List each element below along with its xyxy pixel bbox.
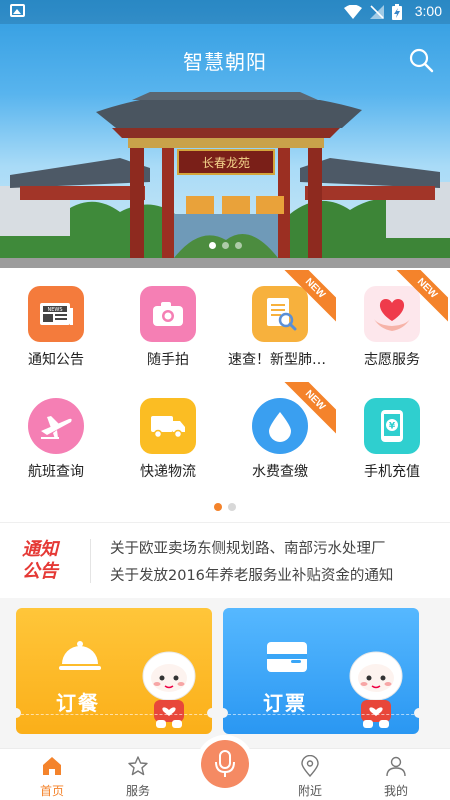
card-notch-left xyxy=(16,708,21,718)
star-icon xyxy=(128,756,148,776)
voice-button[interactable] xyxy=(201,740,249,788)
search-icon xyxy=(409,48,434,73)
user-icon xyxy=(386,756,406,777)
grid-page-indicator xyxy=(0,503,450,511)
food-cloche-icon xyxy=(59,641,101,670)
order-food-card[interactable]: 订餐 xyxy=(16,608,212,734)
notice-item[interactable]: 关于欧亚卖场东侧规划路、南部污水处理厂 xyxy=(110,537,430,558)
svg-text:¥: ¥ xyxy=(389,422,396,432)
hero-banner[interactable]: 长春龙苑 3:00 智慧朝阳 xyxy=(0,0,450,268)
carousel-indicator xyxy=(0,242,450,249)
service-label: 随手拍 xyxy=(147,352,189,368)
mascot-illustration xyxy=(349,651,403,728)
status-time: 3:00 xyxy=(414,3,442,19)
notice-item[interactable]: 关于发放2016年养老服务业补贴资金的通知 xyxy=(110,564,430,585)
service-pneumonia-check[interactable]: NEW 速查！新型肺炎确诊患者 xyxy=(224,270,336,374)
notice-section: 通知 公告 关于欧亚卖场东侧规划路、南部污水处理厂 关于发放2016年养老服务业… xyxy=(0,522,450,598)
nav-label: 服务 xyxy=(125,784,150,798)
svg-text:NEWS: NEWS xyxy=(47,307,62,313)
home-icon xyxy=(43,757,61,775)
nav-nearby[interactable]: 附近 xyxy=(280,755,340,799)
search-button[interactable] xyxy=(408,47,434,73)
newspaper-icon: NEWS xyxy=(28,286,84,342)
service-label: 志愿服务 xyxy=(364,352,420,368)
microphone-icon xyxy=(215,750,235,777)
airplane-icon xyxy=(28,398,84,454)
status-bar: 3:00 xyxy=(0,0,450,24)
wifi-icon xyxy=(344,5,362,19)
book-ticket-card[interactable]: 订票 xyxy=(223,608,419,734)
nav-home[interactable]: 首页 xyxy=(22,755,82,799)
service-express[interactable]: 快递物流 xyxy=(112,382,224,486)
carousel-dot[interactable] xyxy=(208,242,216,249)
card-notch-right xyxy=(207,708,212,718)
nav-profile[interactable]: 我的 xyxy=(366,755,426,799)
card-perforation xyxy=(16,714,212,715)
service-flight[interactable]: 航班查询 xyxy=(0,382,112,486)
carousel-dot[interactable] xyxy=(234,242,242,249)
grid-page-dot[interactable] xyxy=(228,503,236,511)
gate-photo: 长春龙苑 xyxy=(0,92,450,268)
service-label: 通知公告 xyxy=(28,352,84,368)
mascot-illustration xyxy=(142,651,196,728)
nav-label: 附近 xyxy=(297,784,322,798)
service-phone-recharge[interactable]: ¥ 手机充值 xyxy=(336,382,448,486)
card-label: 订票 xyxy=(263,691,307,715)
gallery-notification-icon xyxy=(10,4,25,17)
no-signal-icon xyxy=(370,5,384,19)
document-search-icon xyxy=(252,286,308,342)
grid-page-dot[interactable] xyxy=(214,503,222,511)
service-notice[interactable]: NEWS 通知公告 xyxy=(0,270,112,374)
service-snapshot[interactable]: 随手拍 xyxy=(112,270,224,374)
service-label: 手机充值 xyxy=(364,464,420,480)
service-label: 航班查询 xyxy=(28,464,84,480)
notice-divider xyxy=(90,539,91,583)
nav-label: 首页 xyxy=(39,784,64,798)
quick-cards: 订餐 订票 xyxy=(0,598,450,748)
nav-services[interactable]: 服务 xyxy=(108,755,168,799)
truck-icon xyxy=(140,398,196,454)
water-drop-icon xyxy=(252,398,308,454)
service-grid: NEWS 通知公告 随手拍 NEW 速查！新型肺炎确诊患者 NEW 志愿服务 航… xyxy=(0,270,450,495)
heart-hands-icon xyxy=(364,286,420,342)
card-notch-left xyxy=(223,708,228,718)
service-label: 速查！新型肺炎确诊患者 xyxy=(228,352,336,368)
battery-charging-icon xyxy=(392,4,402,20)
nav-label: 我的 xyxy=(383,784,408,798)
carousel-dot[interactable] xyxy=(221,242,229,249)
notice-logo-line2: 公告 xyxy=(22,561,58,582)
card-perforation xyxy=(223,714,419,715)
card-notch-right xyxy=(414,708,419,718)
card-label: 订餐 xyxy=(56,691,100,715)
app-title: 智慧朝阳 xyxy=(183,50,267,74)
service-label: 水费查缴 xyxy=(252,464,308,480)
ticket-icon xyxy=(267,642,307,672)
location-pin-icon xyxy=(301,755,319,777)
notice-logo-line1: 通知 xyxy=(22,539,58,560)
notice-logo: 通知 公告 xyxy=(22,539,72,583)
service-volunteer[interactable]: NEW 志愿服务 xyxy=(336,270,448,374)
gate-plaque-text: 长春龙苑 xyxy=(202,156,250,170)
service-water-fee[interactable]: NEW 水费查缴 xyxy=(224,382,336,486)
camera-icon xyxy=(140,286,196,342)
service-label: 快递物流 xyxy=(140,464,196,480)
phone-recharge-icon: ¥ xyxy=(364,398,420,454)
